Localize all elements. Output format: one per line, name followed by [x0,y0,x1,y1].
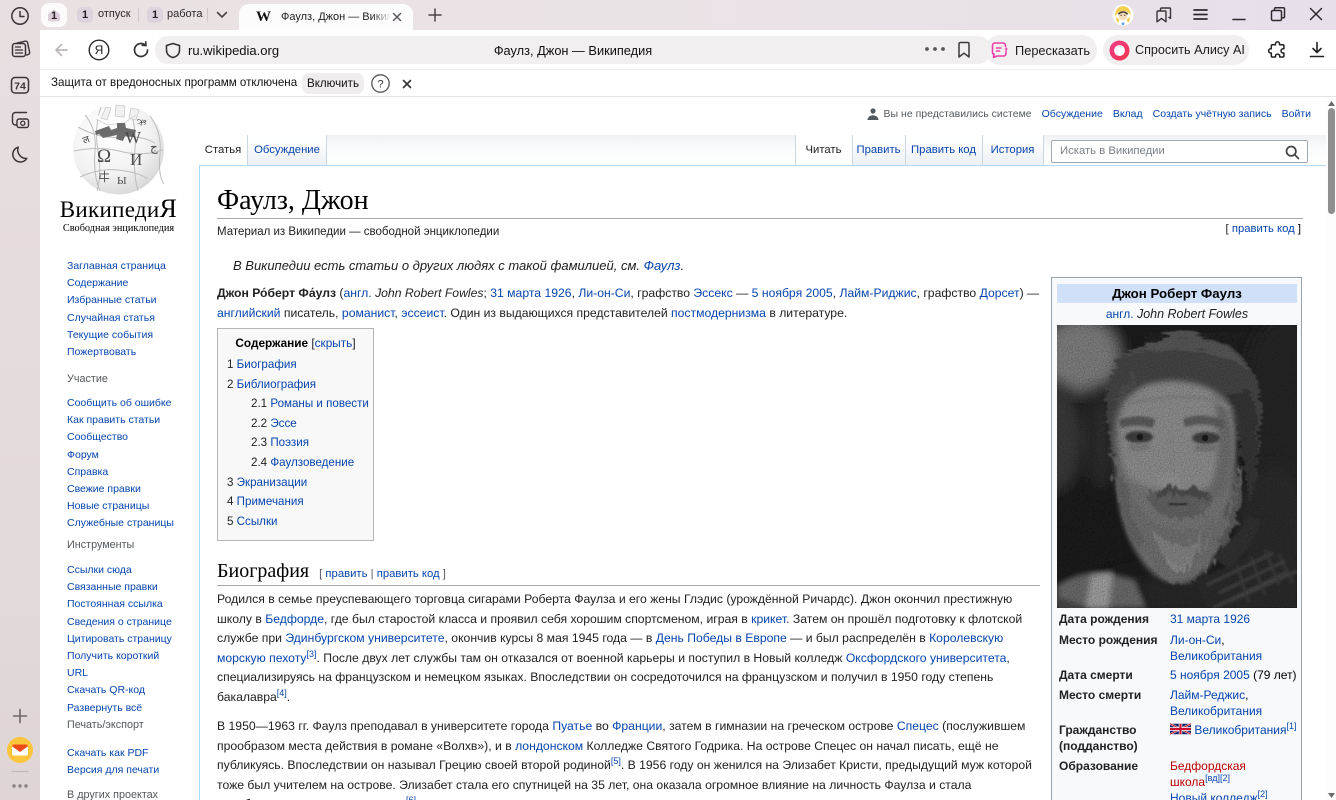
svg-text:И: И [130,150,142,169]
svg-text:Ω: Ω [97,146,111,167]
svg-text:ج: ج [150,140,158,154]
svg-text:74: 74 [14,81,26,93]
svg-text:㐄: 㐄 [98,170,110,184]
svg-text:1: 1 [51,10,57,22]
svg-text:W: W [125,128,142,147]
svg-text:Я: Я [95,43,104,57]
svg-text:Ы: Ы [117,175,127,187]
svg-text:?: ? [377,79,383,91]
